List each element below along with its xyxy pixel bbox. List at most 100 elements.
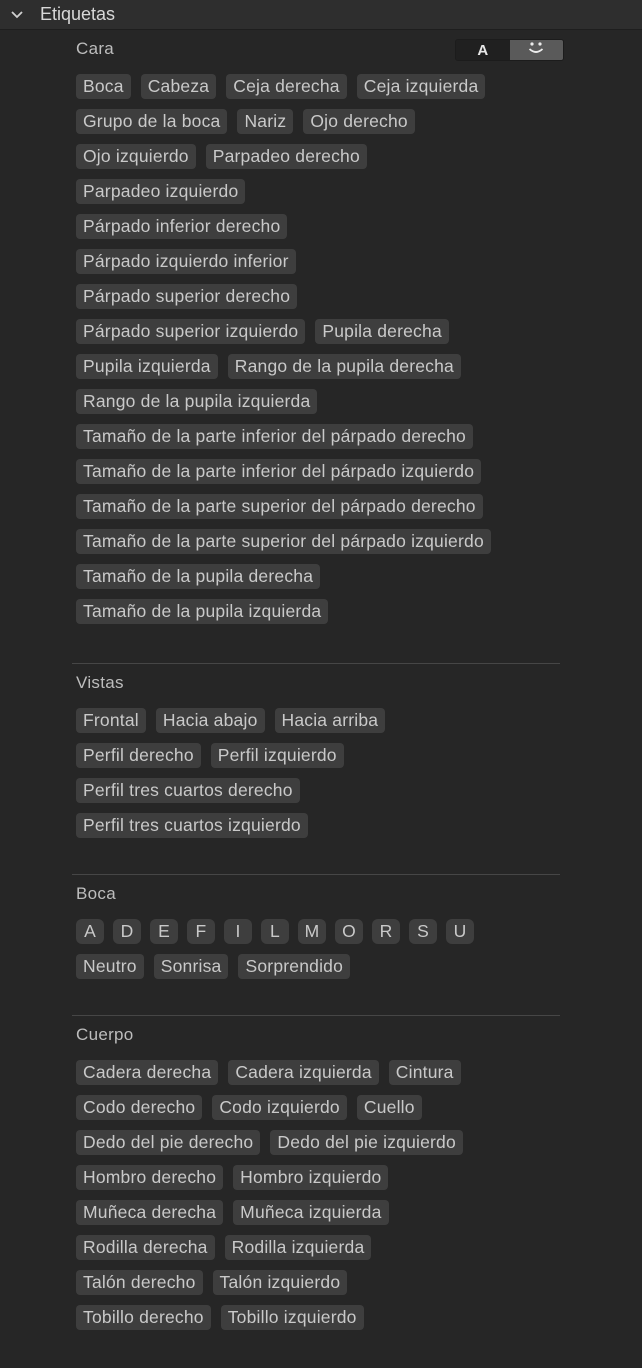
tag-chip[interactable]: M: [298, 919, 326, 944]
tag-chip[interactable]: Párpado superior izquierdo: [76, 319, 306, 344]
tag-row: Perfil tres cuartos derecho: [76, 778, 385, 813]
tag-row: Tamaño de la parte superior del párpado …: [76, 529, 491, 564]
tag-chip[interactable]: Parpadeo izquierdo: [76, 179, 246, 204]
tag-row: Tamaño de la parte inferior del párpado …: [76, 424, 491, 459]
tag-chip[interactable]: I: [224, 919, 252, 944]
divider: [72, 663, 560, 664]
tag-row: Dedo del pie derecho Dedo del pie izquier…: [76, 1130, 463, 1165]
tag-chip[interactable]: L: [261, 919, 289, 944]
tag-chip[interactable]: Tamaño de la pupila izquierda: [76, 599, 329, 624]
section-title: Boca: [76, 884, 116, 903]
section-title: Cara: [76, 39, 115, 58]
tag-chip[interactable]: Cuello: [356, 1095, 422, 1120]
tag-row: Parpadeo izquierdo: [76, 179, 491, 214]
tag-chip[interactable]: Pupila derecha: [315, 319, 449, 344]
panel-header[interactable]: Etiquetas: [0, 0, 642, 30]
tag-chip[interactable]: Muñeca izquierda: [233, 1200, 389, 1225]
tag-chip[interactable]: Dedo del pie izquierdo: [270, 1130, 463, 1155]
tag-chip[interactable]: Tobillo izquierdo: [220, 1305, 364, 1330]
tag-chip[interactable]: Pupila izquierda: [76, 354, 218, 379]
tag-chip[interactable]: Tamaño de la parte superior del párpado …: [76, 494, 483, 519]
tag-chip[interactable]: Perfil izquierdo: [210, 743, 344, 768]
tag-chip[interactable]: Perfil tres cuartos derecho: [76, 778, 300, 803]
tag-row: Boca Cabeza Ceja derecha Ceja izquierda: [76, 74, 491, 109]
tag-chip[interactable]: Grupo de la boca: [76, 109, 228, 134]
tag-chip[interactable]: Ceja derecha: [226, 74, 347, 99]
tag-row: Párpado superior izquierdo Pupila derecha: [76, 319, 491, 354]
tag-list: Cadera derecha Cadera izquierda Cintura Cod…: [76, 1060, 463, 1340]
tag-chip[interactable]: Frontal: [76, 708, 146, 733]
tag-row: ADEFILMORSU: [76, 919, 474, 954]
tag-chip[interactable]: Boca: [76, 74, 131, 99]
tag-chip[interactable]: Sonrisa: [153, 954, 229, 979]
tag-row: Codo derecho Codo izquierdo Cuello: [76, 1095, 463, 1130]
tag-chip[interactable]: Tamaño de la pupila derecha: [76, 564, 321, 589]
section-vistas: Vistas Frontal Hacia abajo Hacia arriba Per…: [76, 672, 576, 838]
tag-chip[interactable]: Cadera derecha: [76, 1060, 219, 1085]
tag-chip[interactable]: F: [187, 919, 215, 944]
tag-row: Párpado superior derecho: [76, 284, 491, 319]
tag-chip[interactable]: Codo derecho: [76, 1095, 203, 1120]
tag-row: Perfil tres cuartos izquierdo: [76, 813, 385, 848]
tag-chip[interactable]: Ojo izquierdo: [76, 144, 196, 169]
tag-chip[interactable]: Párpado izquierdo inferior: [76, 249, 296, 274]
tag-chip[interactable]: Nariz: [237, 109, 294, 134]
tag-chip[interactable]: Rango de la pupila izquierda: [76, 389, 318, 414]
tag-chip[interactable]: Ojo derecho: [303, 109, 415, 134]
tag-row: Tobillo derecho Tobillo izquierdo: [76, 1305, 463, 1340]
tag-chip[interactable]: Sorprendido: [238, 954, 351, 979]
tag-chip[interactable]: Ceja izquierda: [356, 74, 486, 99]
tag-chip[interactable]: Hacia abajo: [155, 708, 265, 733]
tag-chip[interactable]: Tamaño de la parte superior del párpado …: [76, 529, 491, 554]
tag-chip[interactable]: Párpado inferior derecho: [76, 214, 288, 239]
panel-title: Etiquetas: [40, 4, 116, 24]
tag-row: Rango de la pupila izquierda: [76, 389, 491, 424]
tag-chip[interactable]: Codo izquierdo: [212, 1095, 347, 1120]
tag-chip[interactable]: Cintura: [388, 1060, 461, 1085]
tag-chip[interactable]: Perfil tres cuartos izquierdo: [76, 813, 308, 838]
tag-chip[interactable]: Hacia arriba: [274, 708, 386, 733]
tag-chip[interactable]: Tamaño de la parte inferior del párpado …: [76, 424, 473, 449]
divider: [72, 874, 560, 875]
tag-chip[interactable]: Rodilla derecha: [76, 1235, 215, 1260]
tag-row: Perfil derecho Perfil izquierdo: [76, 743, 385, 778]
tag-row: Pupila izquierda Rango de la pupila derec…: [76, 354, 491, 389]
tag-chip[interactable]: A: [76, 919, 104, 944]
tag-chip[interactable]: Tamaño de la parte inferior del párpado …: [76, 459, 482, 484]
tag-row: Ojo izquierdo Parpadeo derecho: [76, 144, 491, 179]
tag-row: Grupo de la boca Nariz Ojo derecho: [76, 109, 491, 144]
tag-row: Frontal Hacia abajo Hacia arriba: [76, 708, 386, 743]
tag-chip[interactable]: Neutro: [76, 954, 144, 979]
tag-chip[interactable]: Parpadeo derecho: [205, 144, 367, 169]
section-cara: Cara Boca Cabeza Ceja derecha Ceja izquierd…: [76, 38, 576, 624]
section-boca: Boca A D E F I L M O R S U Neutro Sonrisa Sorprendido: [76, 883, 576, 979]
tag-row: Tamaño de la parte superior del párpado …: [76, 494, 491, 529]
tag-chip[interactable]: S: [409, 919, 437, 944]
tag-list: Boca Cabeza Ceja derecha Ceja izquierda Grup…: [76, 74, 491, 634]
tag-chip[interactable]: Perfil derecho: [76, 743, 201, 768]
chevron-down-icon[interactable]: [2, 0, 32, 30]
tag-row: Hombro derecho Hombro izquierdo: [76, 1165, 463, 1200]
tag-chip[interactable]: Talón izquierdo: [212, 1270, 348, 1295]
tag-chip[interactable]: Rodilla izquierda: [224, 1235, 372, 1260]
tag-row: Tamaño de la pupila izquierda: [76, 599, 491, 634]
tag-row: Rodilla derecha Rodilla izquierda: [76, 1235, 463, 1270]
tag-chip[interactable]: Cadera izquierda: [228, 1060, 379, 1085]
tag-chip[interactable]: O: [335, 919, 363, 944]
tag-chip[interactable]: Dedo del pie derecho: [76, 1130, 261, 1155]
tag-chip[interactable]: Muñeca derecha: [76, 1200, 224, 1225]
tag-chip[interactable]: D: [113, 919, 141, 944]
tag-chip[interactable]: E: [150, 919, 178, 944]
tag-chip[interactable]: U: [446, 919, 474, 944]
tag-chip[interactable]: Talón derecho: [76, 1270, 203, 1295]
tag-row: Tamaño de la parte inferior del párpado …: [76, 459, 491, 494]
tag-chip[interactable]: Hombro derecho: [76, 1165, 224, 1190]
tag-chip[interactable]: Tobillo derecho: [76, 1305, 211, 1330]
tag-list: A D E F I L M O R S U Neutro Sonrisa Sorprendido: [76, 919, 474, 989]
tag-chip[interactable]: Hombro izquierdo: [233, 1165, 389, 1190]
tag-chip[interactable]: R: [372, 919, 400, 944]
tag-chip[interactable]: Rango de la pupila derecha: [227, 354, 461, 379]
tag-chip[interactable]: Párpado superior derecho: [76, 284, 298, 309]
tag-chip[interactable]: Cabeza: [140, 74, 217, 99]
section-cuerpo: Cuerpo Cadera derecha Cadera izquierda Cin…: [76, 1024, 576, 1330]
